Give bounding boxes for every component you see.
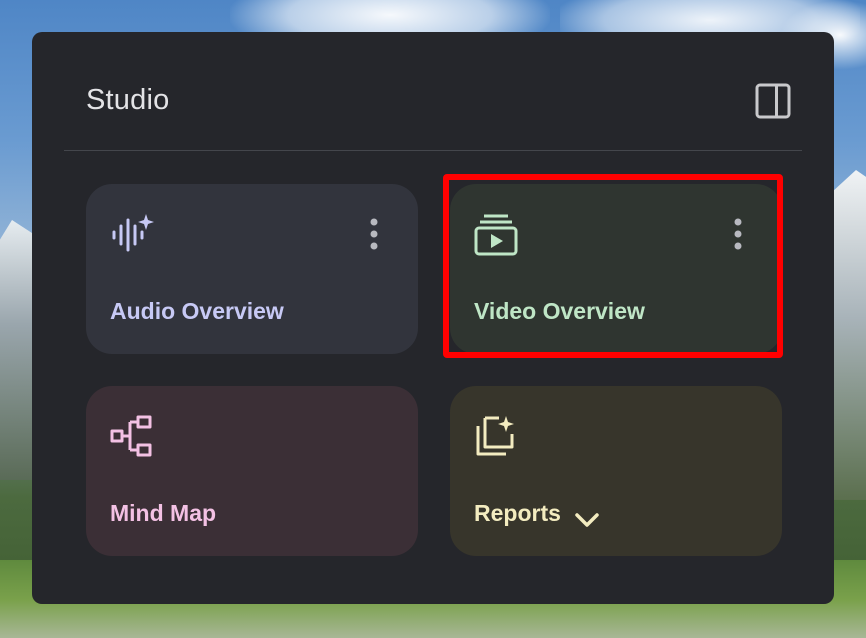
- video-overview-label: Video Overview: [474, 298, 645, 324]
- mind-map-label: Mind Map: [110, 500, 217, 526]
- video-overview-card[interactable]: Video Overview: [450, 184, 782, 354]
- divider: [64, 150, 802, 151]
- panel-toggle-icon[interactable]: [755, 83, 791, 119]
- reports-label: Reports: [474, 500, 561, 526]
- video-more-options-icon[interactable]: [730, 214, 746, 254]
- audio-overview-label: Audio Overview: [110, 298, 284, 324]
- studio-title: Studio: [86, 84, 170, 116]
- studio-panel: Studio Audio Overview Video Overview Min…: [32, 32, 834, 604]
- mind-map-icon: [110, 414, 154, 458]
- video-play-stack-icon: [474, 212, 518, 256]
- chevron-down-icon[interactable]: [575, 507, 599, 527]
- reports-label-row: Reports: [474, 500, 599, 527]
- audio-waveform-sparkle-icon: [110, 212, 154, 256]
- mind-map-card[interactable]: Mind Map: [86, 386, 418, 556]
- audio-more-options-icon[interactable]: [366, 214, 382, 254]
- audio-overview-card[interactable]: Audio Overview: [86, 184, 418, 354]
- reports-sparkle-icon: [474, 414, 518, 458]
- reports-card[interactable]: Reports: [450, 386, 782, 556]
